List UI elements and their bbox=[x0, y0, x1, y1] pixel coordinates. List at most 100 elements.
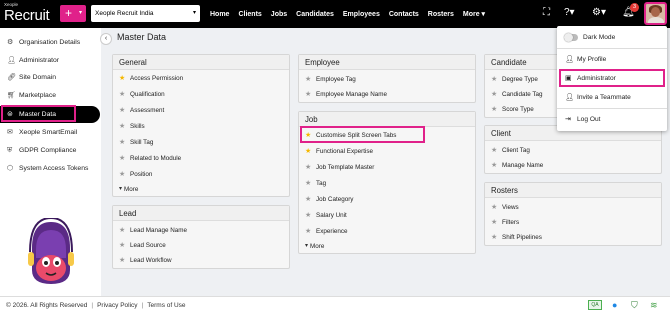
list-item[interactable]: ★ Experience bbox=[299, 224, 475, 239]
list-item[interactable]: ★ Shift Pipelines bbox=[485, 230, 661, 245]
list-item[interactable]: ★ Lead Manage Name bbox=[113, 223, 289, 238]
nav-more[interactable]: More ▾ bbox=[463, 10, 485, 18]
star-icon[interactable]: ★ bbox=[491, 87, 497, 102]
list-item[interactable]: ★ Lead Workflow bbox=[113, 253, 289, 268]
collapse-sidebar-button[interactable]: ‹ bbox=[100, 33, 112, 45]
settings-gear-icon[interactable]: ⚙▾ bbox=[592, 7, 606, 19]
star-filled-icon[interactable]: ★ bbox=[305, 144, 311, 159]
star-icon[interactable]: ★ bbox=[305, 176, 311, 191]
plus-icon: + bbox=[65, 6, 73, 20]
list-item[interactable]: ★ Access Permission bbox=[113, 71, 289, 86]
star-icon[interactable]: ★ bbox=[119, 223, 125, 238]
environment-badge: QA bbox=[588, 300, 602, 310]
privacy-policy-link[interactable]: Privacy Policy bbox=[97, 302, 137, 309]
logo[interactable]: Xeople Recruit bbox=[4, 2, 56, 26]
star-icon[interactable]: ★ bbox=[491, 200, 497, 215]
nav-clients[interactable]: Clients bbox=[238, 11, 261, 18]
top-bar: Xeople Recruit + ▾ Xeople Recruit India … bbox=[0, 0, 670, 28]
list-item[interactable]: ★ Skill Tag bbox=[113, 135, 289, 150]
star-icon[interactable]: ★ bbox=[119, 103, 125, 118]
star-icon[interactable]: ★ bbox=[491, 230, 497, 245]
account-circle-icon[interactable]: ● bbox=[612, 300, 617, 310]
star-icon[interactable]: ★ bbox=[119, 119, 125, 134]
my-profile-label: My Profile bbox=[577, 56, 607, 63]
shield-check-icon[interactable]: ⛉ bbox=[631, 300, 638, 310]
star-icon[interactable]: ★ bbox=[119, 87, 125, 102]
list-item[interactable]: ★ Assessment bbox=[113, 103, 289, 118]
list-item[interactable]: ★ Qualification bbox=[113, 87, 289, 102]
panel-title: General bbox=[113, 55, 289, 70]
star-icon[interactable]: ★ bbox=[305, 87, 311, 102]
nav-rosters[interactable]: Rosters bbox=[428, 11, 454, 18]
star-icon[interactable]: ★ bbox=[305, 192, 311, 207]
list-item[interactable]: ★ Lead Source bbox=[113, 238, 289, 253]
dark-mode-toggle[interactable] bbox=[564, 33, 578, 42]
list-item[interactable]: ★ Views bbox=[485, 200, 661, 215]
highlight-master-data bbox=[1, 105, 76, 122]
sidebar-item-label: Xeople SmartEmail bbox=[19, 129, 78, 136]
star-filled-icon[interactable]: ★ bbox=[119, 71, 125, 86]
list-item[interactable]: ★ Employee Manage Name bbox=[299, 87, 475, 102]
list-item[interactable]: ★ Skills bbox=[113, 119, 289, 134]
highlight-customise-split-screen-tabs bbox=[300, 126, 425, 143]
list-item[interactable]: ★ Client Tag bbox=[485, 143, 661, 158]
list-item[interactable]: ★ Salary Unit bbox=[299, 208, 475, 223]
list-item-label: Position bbox=[130, 171, 153, 178]
list-item[interactable]: ★ Functional Expertise bbox=[299, 144, 475, 159]
dark-mode-toggle-row[interactable]: Dark Mode bbox=[557, 30, 667, 45]
sidebar-item-administrator[interactable]: 👤︎ Administrator bbox=[0, 52, 100, 69]
fullscreen-icon[interactable]: ⛶ bbox=[543, 7, 550, 19]
star-icon[interactable]: ★ bbox=[305, 208, 311, 223]
star-icon[interactable]: ★ bbox=[491, 158, 497, 173]
nav-candidates[interactable]: Candidates bbox=[296, 11, 334, 18]
quick-add-button[interactable]: + ▾ bbox=[60, 5, 86, 22]
list-item-label: Views bbox=[502, 204, 519, 211]
more-button[interactable]: ▾ More bbox=[299, 239, 475, 254]
nav-contacts[interactable]: Contacts bbox=[389, 11, 419, 18]
list-item[interactable]: ★ Filters bbox=[485, 215, 661, 230]
logout-item[interactable]: ⇥ Log Out bbox=[557, 112, 667, 127]
sidebar-item-system-access-tokens[interactable]: ⬡ System Access Tokens bbox=[0, 160, 100, 177]
my-profile-item[interactable]: 👤︎ My Profile bbox=[557, 52, 667, 67]
more-button[interactable]: ▾ More bbox=[113, 182, 289, 197]
star-icon[interactable]: ★ bbox=[119, 167, 125, 182]
sidebar-item-marketplace[interactable]: 🛒︎ Marketplace bbox=[0, 87, 100, 104]
nav-home[interactable]: Home bbox=[210, 11, 229, 18]
star-icon[interactable]: ★ bbox=[119, 135, 125, 150]
list-item[interactable]: ★ Position bbox=[113, 167, 289, 182]
panel-client: Client ★ Client Tag ★ Manage Name bbox=[484, 125, 662, 174]
star-icon[interactable]: ★ bbox=[491, 102, 497, 117]
list-item[interactable]: ★ Related to Module bbox=[113, 151, 289, 166]
star-icon[interactable]: ★ bbox=[119, 238, 125, 253]
sidebar-item-gdpr-compliance[interactable]: ⛨ GDPR Compliance bbox=[0, 142, 100, 159]
invite-teammate-item[interactable]: 👤︎ Invite a Teammate bbox=[557, 90, 667, 105]
sidebar-item-organisation-details[interactable]: ⚙ Organisation Details bbox=[0, 34, 100, 51]
star-icon[interactable]: ★ bbox=[491, 143, 497, 158]
star-icon[interactable]: ★ bbox=[491, 72, 497, 87]
avatar[interactable] bbox=[644, 2, 667, 25]
terms-of-use-link[interactable]: Terms of Use bbox=[147, 302, 185, 309]
sidebar-item-site-domain[interactable]: 🔗︎ Site Domain bbox=[0, 69, 100, 86]
list-item[interactable]: ★ Job Category bbox=[299, 192, 475, 207]
nav-jobs[interactable]: Jobs bbox=[271, 11, 287, 18]
chevron-down-icon: ▾ bbox=[192, 10, 196, 16]
star-icon[interactable]: ★ bbox=[305, 224, 311, 239]
mascot-illustration bbox=[28, 218, 74, 284]
panel-lead: Lead ★ Lead Manage Name ★ Lead Source ★ Lea… bbox=[112, 205, 290, 269]
list-item-label: Employee Tag bbox=[316, 76, 356, 83]
list-item[interactable]: ★ Employee Tag bbox=[299, 72, 475, 87]
nav-employees[interactable]: Employees bbox=[343, 11, 380, 18]
company-select[interactable]: Xeople Recruit India ▾ bbox=[91, 5, 200, 22]
star-icon[interactable]: ★ bbox=[491, 215, 497, 230]
help-icon[interactable]: ?▾ bbox=[564, 7, 575, 19]
star-icon[interactable]: ★ bbox=[119, 151, 125, 166]
star-icon[interactable]: ★ bbox=[305, 72, 311, 87]
star-icon[interactable]: ★ bbox=[305, 160, 311, 175]
star-icon[interactable]: ★ bbox=[119, 253, 125, 268]
gear-icon: ⚙ bbox=[7, 39, 14, 46]
sidebar-item-label: System Access Tokens bbox=[19, 165, 89, 172]
list-item[interactable]: ★ Manage Name bbox=[485, 158, 661, 173]
list-item[interactable]: ★ Tag bbox=[299, 176, 475, 191]
sidebar-item-xeople-smartemail[interactable]: ✉ Xeople SmartEmail bbox=[0, 124, 100, 141]
list-item[interactable]: ★ Job Template Master bbox=[299, 160, 475, 175]
